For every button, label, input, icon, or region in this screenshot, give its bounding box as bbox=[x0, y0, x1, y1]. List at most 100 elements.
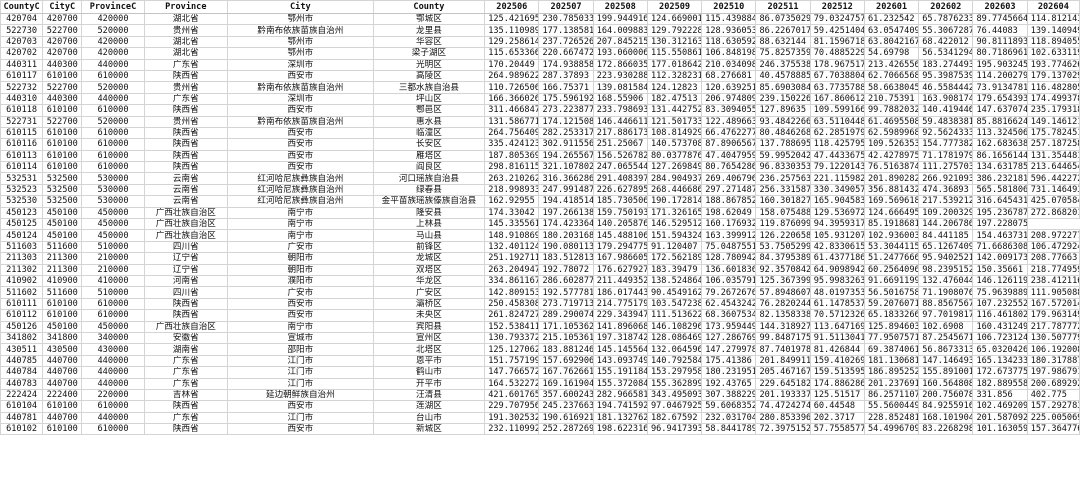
table-cell[interactable]: 61.4377186 bbox=[809, 252, 865, 265]
table-cell[interactable]: 282.253317 bbox=[538, 126, 594, 140]
table-cell[interactable]: 65.7876233 bbox=[918, 12, 974, 26]
table-cell[interactable]: 220000 bbox=[81, 388, 145, 402]
table-cell[interactable]: 151.757199 bbox=[484, 354, 540, 368]
table-cell[interactable]: 莲湖区 bbox=[372, 400, 486, 413]
table-cell[interactable]: 陕西省 bbox=[143, 400, 229, 413]
table-cell[interactable]: 522730 bbox=[0, 24, 44, 37]
table-cell[interactable]: 610000 bbox=[81, 149, 145, 163]
table-cell[interactable]: 76.2820244 bbox=[755, 297, 811, 311]
table-cell[interactable]: 97.7019817 bbox=[918, 309, 974, 322]
table-cell[interactable]: 532500 bbox=[42, 172, 83, 185]
table-cell[interactable]: 153.297958 bbox=[646, 366, 703, 379]
table-cell[interactable]: 420000 bbox=[81, 35, 145, 49]
table-cell[interactable]: 广西壮族自治区 bbox=[143, 206, 229, 220]
column-header[interactable]: 202511 bbox=[755, 0, 811, 14]
table-cell[interactable]: 64.9098942 bbox=[809, 263, 865, 277]
table-cell[interactable]: 273.223877 bbox=[538, 104, 594, 117]
table-cell[interactable]: 450100 bbox=[42, 229, 83, 242]
table-cell[interactable]: 75.9639889 bbox=[972, 286, 1028, 299]
table-cell[interactable]: 140.419446 bbox=[918, 104, 974, 117]
table-cell[interactable]: 81.1596718 bbox=[809, 35, 865, 49]
table-cell[interactable]: 濮阳市 bbox=[227, 274, 374, 288]
table-cell[interactable]: 云南省 bbox=[143, 183, 229, 197]
table-cell[interactable]: 298.816115 bbox=[484, 161, 540, 174]
table-cell[interactable]: 94.3959317 bbox=[809, 218, 865, 231]
table-cell[interactable]: 西安市 bbox=[227, 69, 374, 83]
table-cell[interactable]: 华龙区 bbox=[372, 274, 486, 288]
table-cell[interactable]: 198.622316 bbox=[592, 423, 648, 436]
table-cell[interactable]: 三都水族自治县 bbox=[372, 81, 486, 94]
table-cell[interactable]: 77.9507571 bbox=[863, 331, 920, 345]
table-cell[interactable]: 87.7401978 bbox=[755, 343, 811, 356]
table-cell[interactable]: 341802 bbox=[0, 331, 44, 345]
table-cell[interactable]: 159.410269 bbox=[809, 354, 865, 368]
table-cell[interactable]: 180.203168 bbox=[538, 229, 594, 242]
table-cell[interactable]: 97.0467925 bbox=[646, 400, 703, 413]
table-cell[interactable]: 177.018642 bbox=[646, 58, 703, 71]
table-cell[interactable]: 陕西省 bbox=[143, 309, 229, 322]
table-cell[interactable]: 99.8487175 bbox=[755, 331, 811, 345]
table-cell[interactable]: 410900 bbox=[42, 274, 83, 288]
table-cell[interactable]: 112.328231 bbox=[646, 69, 703, 83]
table-cell[interactable]: 90.4549162 bbox=[646, 286, 703, 299]
table-cell[interactable]: 148.910869 bbox=[484, 229, 540, 242]
table-cell[interactable]: 210.034098 bbox=[701, 58, 757, 71]
table-cell[interactable]: 84.441185 bbox=[918, 229, 974, 242]
table-cell[interactable]: 前锋区 bbox=[372, 240, 486, 254]
table-cell[interactable]: 68.422012 bbox=[918, 35, 974, 49]
table-cell[interactable]: 深圳市 bbox=[227, 92, 374, 106]
table-cell[interactable]: 194.741592 bbox=[592, 400, 648, 413]
table-cell[interactable]: 731.146493 bbox=[1026, 183, 1080, 197]
table-cell[interactable]: 开平市 bbox=[372, 377, 486, 390]
table-cell[interactable]: 广西壮族自治区 bbox=[143, 320, 229, 333]
table-cell[interactable]: 197.318742 bbox=[592, 331, 648, 345]
table-cell[interactable]: 193.774626 bbox=[1026, 58, 1080, 71]
table-cell[interactable]: 79.0324757 bbox=[809, 12, 865, 26]
table-cell[interactable]: 179.963149 bbox=[1026, 309, 1080, 322]
table-cell[interactable]: 197.986791 bbox=[1026, 366, 1080, 379]
table-cell[interactable]: 56.8673313 bbox=[918, 343, 974, 356]
table-cell[interactable]: 195.903245 bbox=[972, 58, 1028, 71]
table-cell[interactable]: 91.120407 bbox=[646, 240, 703, 254]
table-cell[interactable]: 广东省 bbox=[143, 377, 229, 390]
table-cell[interactable]: 127.269849 bbox=[646, 161, 703, 174]
table-cell[interactable]: 102.936003 bbox=[863, 229, 920, 242]
table-cell[interactable]: 宣州区 bbox=[372, 331, 486, 345]
table-cell[interactable]: 286.602877 bbox=[538, 274, 594, 288]
table-cell[interactable]: 171.105362 bbox=[538, 320, 594, 333]
table-cell[interactable]: 124.669001 bbox=[646, 12, 703, 26]
column-header[interactable]: 202509 bbox=[646, 0, 703, 14]
table-cell[interactable]: 302.911556 bbox=[538, 138, 594, 151]
table-cell[interactable]: 89.7745664 bbox=[972, 12, 1028, 26]
table-cell[interactable]: 440784 bbox=[0, 366, 44, 379]
table-cell[interactable]: 湖北省 bbox=[143, 47, 229, 60]
table-cell[interactable]: 197.228075 bbox=[972, 218, 1028, 231]
table-cell[interactable]: 河口瑶族自治县 bbox=[372, 172, 486, 185]
table-cell[interactable]: 灞桥区 bbox=[372, 297, 486, 311]
table-cell[interactable]: 黔南布依族苗族自治州 bbox=[227, 24, 374, 37]
table-cell[interactable]: 109.200329 bbox=[918, 206, 974, 220]
table-cell[interactable]: 邵阳市 bbox=[227, 343, 374, 356]
table-cell[interactable]: 211303 bbox=[0, 252, 44, 265]
table-cell[interactable]: 610000 bbox=[81, 138, 145, 151]
table-cell[interactable]: 144.318927 bbox=[755, 320, 811, 333]
table-cell[interactable]: 129.792228 bbox=[646, 24, 703, 37]
table-cell[interactable]: 126.220658 bbox=[755, 229, 811, 242]
table-cell[interactable]: 199.944916 bbox=[592, 12, 648, 26]
table-cell[interactable]: 211302 bbox=[0, 263, 44, 277]
table-cell[interactable]: 42.4278975 bbox=[863, 149, 920, 163]
table-cell[interactable]: 169.161904 bbox=[538, 377, 594, 390]
table-cell[interactable]: 南宁市 bbox=[227, 229, 374, 242]
table-cell[interactable]: 174.121508 bbox=[538, 115, 594, 128]
table-cell[interactable]: 440300 bbox=[42, 92, 83, 106]
table-cell[interactable]: 450100 bbox=[42, 206, 83, 220]
table-cell[interactable]: 湖北省 bbox=[143, 12, 229, 26]
table-cell[interactable]: 210000 bbox=[81, 252, 145, 265]
table-cell[interactable]: 522731 bbox=[0, 115, 44, 128]
table-cell[interactable]: 532530 bbox=[0, 195, 44, 208]
table-cell[interactable]: 96.9417393 bbox=[646, 423, 703, 436]
table-cell[interactable]: 86.2267017 bbox=[755, 24, 811, 37]
table-cell[interactable]: 233.798693 bbox=[592, 104, 648, 117]
table-cell[interactable]: 150.35661 bbox=[972, 263, 1028, 277]
column-header[interactable]: 202603 bbox=[972, 0, 1028, 14]
